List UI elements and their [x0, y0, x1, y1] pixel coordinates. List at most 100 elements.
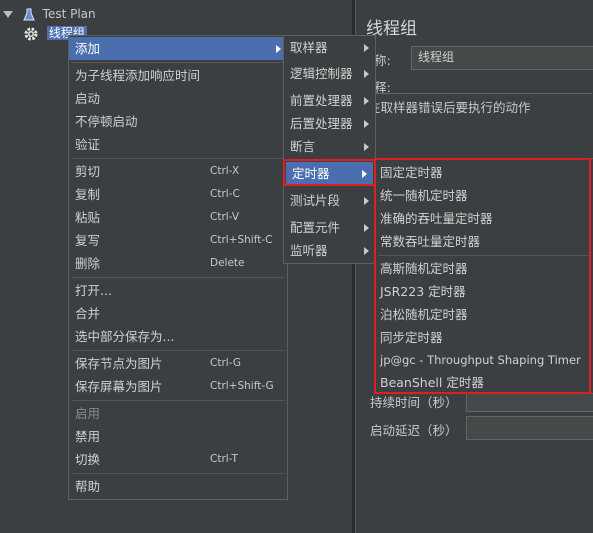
menu-item-label: 打开... [75, 283, 112, 298]
submenu-arrow-icon [364, 70, 369, 78]
submenu-item-sampler[interactable]: 取样器 [284, 36, 375, 59]
menu-item-save-node-image[interactable]: 保存节点为图片 Ctrl-G [69, 352, 287, 375]
duration-label: 持续时间（秒） [370, 395, 458, 410]
timer-item-throughput-shaping[interactable]: jp@gc - Throughput Shaping Timer [376, 349, 593, 372]
tree-node-test-plan[interactable]: Test Plan [3, 5, 96, 23]
section-divider [364, 93, 592, 94]
menu-item-label: 启用 [75, 406, 101, 421]
submenu-item-timer[interactable]: 定时器 [286, 162, 373, 185]
menu-item-copy[interactable]: 复制 Ctrl-C [69, 183, 287, 206]
submenu-arrow-icon [362, 170, 367, 178]
menu-item-label: 断言 [290, 139, 316, 154]
menu-item-help[interactable]: 帮助 [69, 475, 287, 498]
menu-item-toggle[interactable]: 切换 Ctrl-T [69, 448, 287, 471]
menu-item-label: 逻辑控制器 [290, 66, 353, 81]
menu-item-label: 帮助 [75, 479, 101, 494]
timer-item-jsr223[interactable]: JSR223 定时器 [376, 280, 593, 303]
timer-item-synchronizing[interactable]: 同步定时器 [376, 326, 593, 349]
startup-delay-label: 启动延迟（秒） [370, 423, 458, 438]
timer-item-uniform-random[interactable]: 统一随机定时器 [376, 184, 593, 207]
submenu-item-pre-processor[interactable]: 前置处理器 [284, 89, 375, 112]
menu-separator [71, 473, 285, 474]
menu-item-label: 验证 [75, 137, 101, 152]
submenu-item-test-fragment[interactable]: 测试片段 [284, 189, 375, 212]
context-menu: 添加 为子线程添加响应时间 启动 不停顿启动 验证 剪切 Ctrl-X 复制 Ctr… [68, 35, 288, 500]
menu-item-label: 复写 [75, 233, 101, 248]
timer-item-beanshell[interactable]: BeanShell 定时器 [376, 371, 593, 394]
submenu-arrow-icon [364, 97, 369, 105]
menu-item-start[interactable]: 启动 [69, 87, 287, 110]
menu-item-paste[interactable]: 粘贴 Ctrl-V [69, 206, 287, 229]
timer-submenu: 固定定时器 统一随机定时器 准确的吞吐量定时器 常数吞吐量定时器 高斯随机定时器… [375, 158, 593, 394]
submenu-arrow-icon [364, 44, 369, 52]
error-action-label: 在取样器错误后要执行的动作 [368, 100, 531, 115]
menu-item-delete[interactable]: 删除 Delete [69, 252, 287, 275]
shortcut-label: Ctrl-X [210, 165, 240, 177]
name-field[interactable]: 线程组 [411, 46, 593, 70]
shortcut-label: Ctrl-T [210, 453, 238, 465]
menu-item-label: 保存屏幕为图片 [75, 379, 163, 394]
submenu-item-post-processor[interactable]: 后置处理器 [284, 112, 375, 135]
menu-item-merge[interactable]: 合并 [69, 302, 287, 325]
menu-item-start-no-pauses[interactable]: 不停顿启动 [69, 110, 287, 133]
timer-item-gaussian-random[interactable]: 高斯随机定时器 [376, 257, 593, 280]
submenu-item-logic-controller[interactable]: 逻辑控制器 [284, 62, 375, 85]
menu-item-label: 禁用 [75, 429, 101, 444]
menu-item-open[interactable]: 打开... [69, 279, 287, 302]
submenu-item-config-element[interactable]: 配置元件 [284, 216, 375, 239]
menu-item-label: 启动 [75, 91, 101, 106]
submenu-item-listener[interactable]: 监听器 [284, 239, 375, 262]
menu-item-label: 剪切 [75, 164, 101, 179]
menu-item-label: 后置处理器 [290, 116, 353, 131]
menu-item-label: 选中部分保存为... [75, 329, 175, 344]
menu-item-enable: 启用 [69, 402, 287, 425]
submenu-arrow-icon [276, 45, 281, 53]
shortcut-label: Ctrl+Shift-G [210, 380, 274, 392]
submenu-arrow-icon [364, 120, 369, 128]
timer-item-precise-throughput[interactable]: 准确的吞吐量定时器 [376, 207, 593, 230]
menu-item-label: 定时器 [292, 166, 330, 181]
shortcut-label: Ctrl-C [210, 188, 240, 200]
submenu-arrow-icon [364, 143, 369, 151]
timer-item-poisson-random[interactable]: 泊松随机定时器 [376, 303, 593, 326]
menu-separator [71, 158, 285, 159]
menu-item-cut[interactable]: 剪切 Ctrl-X [69, 160, 287, 183]
menu-item-label: 测试片段 [290, 193, 341, 208]
menu-item-label: 前置处理器 [290, 93, 353, 108]
menu-item-label: 粘贴 [75, 210, 101, 225]
submenu-item-assertion[interactable]: 断言 [284, 135, 375, 158]
menu-separator [71, 400, 285, 401]
menu-item-disable[interactable]: 禁用 [69, 425, 287, 448]
menu-item-duplicate[interactable]: 复写 Ctrl+Shift-C [69, 229, 287, 252]
menu-item-label: 合并 [75, 306, 101, 321]
tree-root-label: Test Plan [42, 7, 96, 21]
startup-delay-field[interactable] [466, 416, 593, 440]
shortcut-label: Ctrl-V [210, 211, 240, 223]
menu-item-label: 固定定时器 [380, 165, 443, 180]
menu-item-label: 删除 [75, 256, 101, 271]
menu-separator [71, 62, 285, 63]
name-label: 称: [374, 53, 391, 68]
menu-item-validate[interactable]: 验证 [69, 133, 287, 156]
menu-item-label: 泊松随机定时器 [380, 307, 468, 322]
shortcut-label: Ctrl-G [210, 357, 241, 369]
expand-triangle-icon[interactable] [3, 11, 13, 18]
menu-item-label: JSR223 定时器 [380, 284, 466, 299]
menu-item-label: 同步定时器 [380, 330, 443, 345]
menu-item-add-think-times[interactable]: 为子线程添加响应时间 [69, 64, 287, 87]
submenu-arrow-icon [364, 247, 369, 255]
shortcut-label: Delete [210, 257, 245, 269]
menu-item-save-screen-image[interactable]: 保存屏幕为图片 Ctrl+Shift-G [69, 375, 287, 398]
menu-item-label: 切换 [75, 452, 101, 467]
menu-item-label: 配置元件 [290, 220, 341, 235]
submenu-arrow-icon [364, 224, 369, 232]
menu-item-add[interactable]: 添加 [69, 37, 287, 60]
menu-item-label: 高斯随机定时器 [380, 261, 468, 276]
menu-item-add-label: 添加 [75, 41, 101, 56]
gear-icon [24, 27, 38, 40]
add-submenu: 取样器 逻辑控制器 前置处理器 后置处理器 断言 定时器 测试片段 配置元件 监… [283, 35, 376, 264]
menu-item-save-selection-as[interactable]: 选中部分保存为... [69, 325, 287, 348]
timer-item-constant[interactable]: 固定定时器 [376, 161, 593, 184]
menu-item-label: 监听器 [290, 243, 328, 258]
timer-item-constant-throughput[interactable]: 常数吞吐量定时器 [376, 230, 593, 253]
